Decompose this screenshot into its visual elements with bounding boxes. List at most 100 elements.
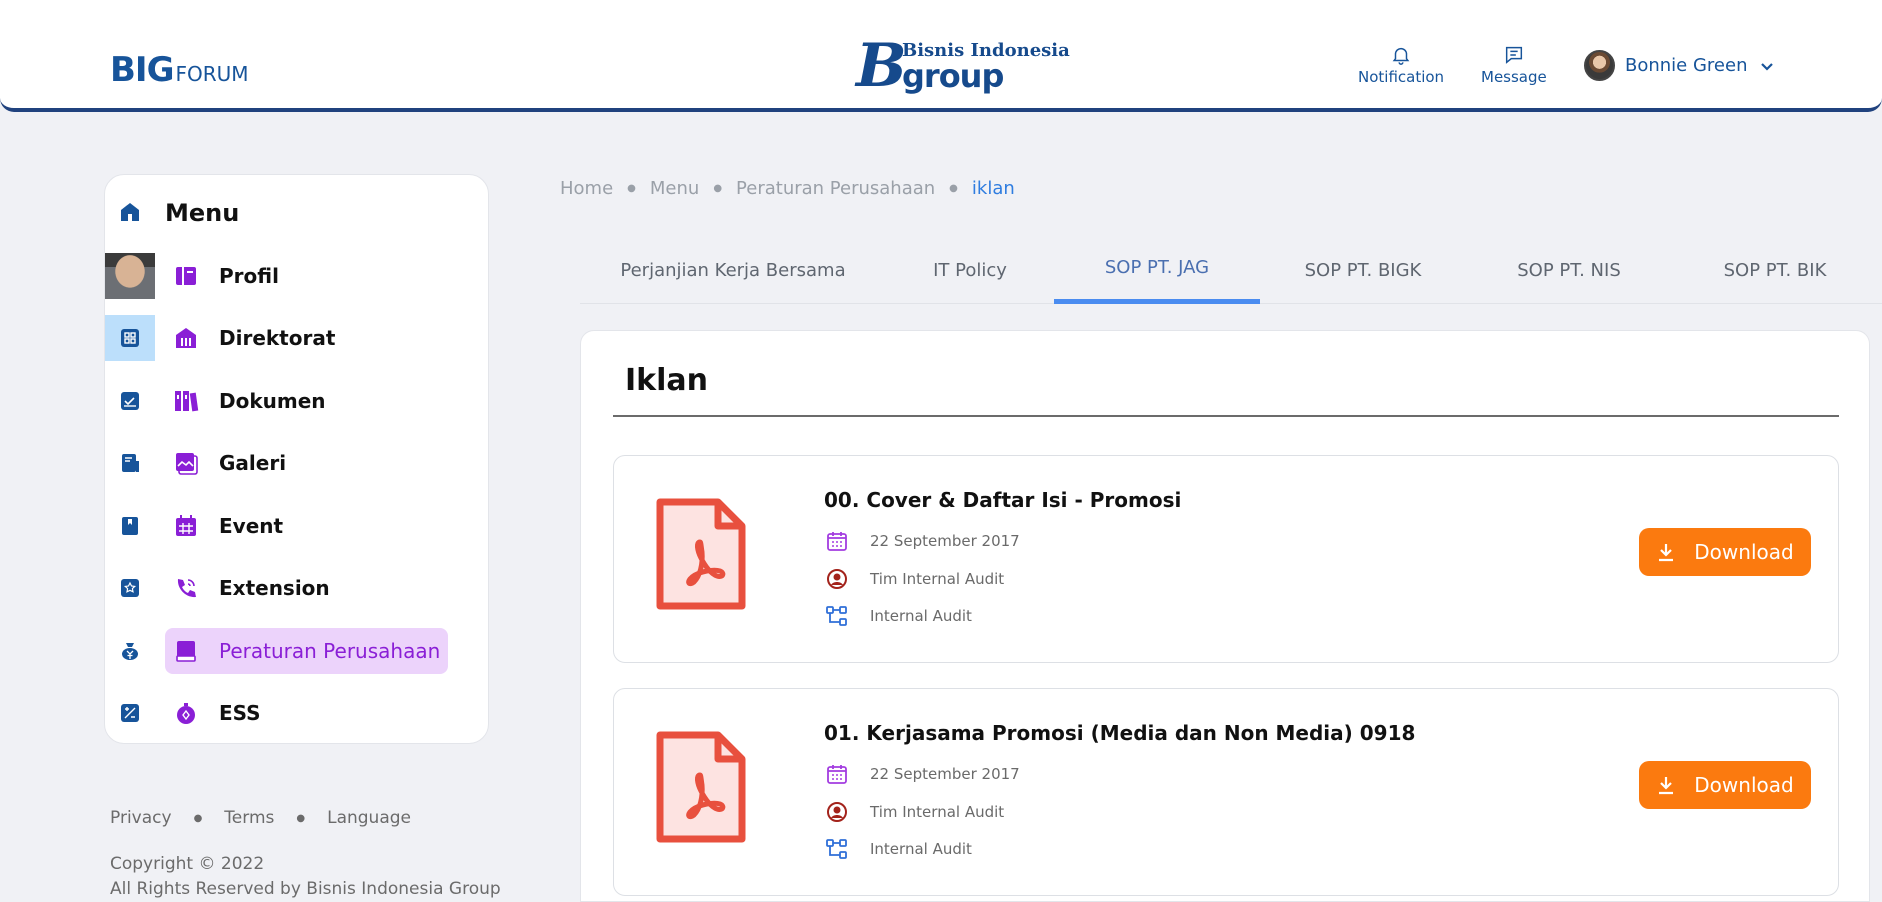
sidebar-item-label: Galeri bbox=[219, 451, 287, 475]
document-date: 22 September 2017 bbox=[826, 763, 1020, 785]
document-date-text: 22 September 2017 bbox=[870, 765, 1020, 783]
notebook-icon bbox=[122, 454, 139, 472]
document-title[interactable]: 01. Kerjasama Promosi (Media dan Non Med… bbox=[824, 721, 1415, 745]
avatar bbox=[1584, 50, 1615, 81]
download-icon bbox=[1659, 777, 1674, 795]
sidebar-item-dokumen[interactable]: Dokumen bbox=[165, 378, 334, 424]
bisnis-indonesia-group-logo: B Bisnis Indonesia group bbox=[856, 31, 1070, 101]
download-button[interactable]: Download bbox=[1639, 761, 1811, 809]
download-label: Download bbox=[1694, 773, 1794, 797]
calendar-icon bbox=[827, 532, 847, 551]
star-badge-icon bbox=[121, 579, 139, 597]
pdf-file-icon bbox=[656, 498, 746, 610]
org-chart-icon bbox=[826, 839, 847, 859]
book-closed-icon bbox=[176, 641, 196, 662]
content-panel: Iklan 00. Cover & Daftar Isi - Promosi 2… bbox=[580, 330, 1870, 902]
sidebar: Menu Profil Direktorat Dokumen Galeri Ev… bbox=[104, 174, 489, 744]
document-department-text: Internal Audit bbox=[870, 840, 972, 858]
breadcrumb-menu[interactable]: Menu bbox=[650, 178, 699, 199]
brand-bottom-text: group bbox=[902, 57, 1004, 95]
privacy-link[interactable]: Privacy bbox=[110, 808, 172, 828]
sidebar-item-label: Dokumen bbox=[219, 389, 326, 413]
tab-sop-pt-jag[interactable]: SOP PT. JAG bbox=[1054, 236, 1260, 304]
user-circle-icon bbox=[827, 569, 847, 589]
sidebar-item-label: Event bbox=[219, 514, 284, 538]
sidebar-row-direktorat: Direktorat bbox=[105, 315, 490, 361]
sidebar-item-galeri[interactable]: Galeri bbox=[165, 440, 294, 486]
breadcrumb-separator: ● bbox=[713, 183, 723, 194]
breadcrumb-peraturan[interactable]: Peraturan Perusahaan bbox=[736, 178, 935, 199]
language-link[interactable]: Language bbox=[327, 808, 411, 828]
title-divider bbox=[613, 415, 1839, 417]
big-forum-logo[interactable]: BIG FORUM bbox=[110, 50, 249, 90]
document-card: 00. Cover & Daftar Isi - Promosi 22 Sept… bbox=[613, 455, 1839, 663]
user-name: Bonnie Green bbox=[1625, 55, 1748, 76]
logo-big-text: BIG bbox=[110, 50, 174, 90]
top-header: BIG FORUM B Bisnis Indonesia group Notif… bbox=[0, 0, 1882, 112]
document-author: Tim Internal Audit bbox=[826, 801, 1004, 823]
sidebar-item-label: Extension bbox=[219, 576, 330, 600]
bell-icon bbox=[1392, 47, 1410, 65]
tab-perjanjian-kerja-bersama[interactable]: Perjanjian Kerja Bersama bbox=[580, 236, 886, 304]
document-title[interactable]: 00. Cover & Daftar Isi - Promosi bbox=[824, 488, 1181, 512]
user-circle-icon bbox=[827, 802, 847, 822]
notification-button[interactable]: Notification bbox=[1358, 44, 1444, 86]
document-date-text: 22 September 2017 bbox=[870, 532, 1020, 550]
tab-sop-pt-nis[interactable]: SOP PT. NIS bbox=[1466, 236, 1672, 304]
gallery-icon bbox=[176, 453, 198, 475]
menu-title: Menu bbox=[165, 199, 240, 227]
user-menu[interactable]: Bonnie Green bbox=[1584, 50, 1775, 81]
sidebar-item-profil[interactable]: Profil bbox=[165, 253, 287, 299]
sidebar-item-label: Direktorat bbox=[219, 326, 336, 350]
sidebar-item-direktorat[interactable]: Direktorat bbox=[165, 315, 343, 361]
download-button[interactable]: Download bbox=[1639, 528, 1811, 576]
sidebar-item-label: Peraturan Perusahaan bbox=[219, 639, 441, 663]
sidebar-item-ess[interactable]: ESS bbox=[165, 690, 269, 736]
building-icon bbox=[176, 328, 196, 348]
sidebar-item-event[interactable]: Event bbox=[165, 503, 291, 549]
tab-it-policy[interactable]: IT Policy bbox=[886, 236, 1054, 304]
money-bag-icon bbox=[122, 643, 138, 660]
breadcrumb-current: iklan bbox=[971, 178, 1015, 199]
breadcrumb-home[interactable]: Home bbox=[560, 178, 613, 199]
tab-bar: Perjanjian Kerja Bersama IT Policy SOP P… bbox=[580, 236, 1882, 304]
notification-label: Notification bbox=[1358, 68, 1445, 86]
footer-separator: ● bbox=[296, 812, 306, 824]
copyright-line: Copyright © 2022 bbox=[110, 854, 265, 874]
document-card: 01. Kerjasama Promosi (Media dan Non Med… bbox=[613, 688, 1839, 896]
breadcrumb: Home ● Menu ● Peraturan Perusahaan ● ikl… bbox=[560, 178, 1015, 199]
sidebar-row-event: Event bbox=[105, 503, 490, 549]
terms-link[interactable]: Terms bbox=[224, 808, 274, 828]
document-department: Internal Audit bbox=[826, 605, 972, 627]
org-chart-icon bbox=[826, 606, 847, 626]
breadcrumb-separator: ● bbox=[949, 183, 958, 194]
download-label: Download bbox=[1694, 540, 1794, 564]
book-icon bbox=[176, 267, 196, 285]
inbox-check-icon bbox=[121, 392, 139, 410]
chevron-down-icon bbox=[1761, 62, 1774, 71]
sidebar-row-peraturan: Peraturan Perusahaan bbox=[105, 628, 490, 674]
footer-separator: ● bbox=[193, 812, 203, 824]
sidebar-item-extension[interactable]: Extension bbox=[165, 565, 338, 611]
breadcrumb-separator: ● bbox=[627, 183, 636, 194]
download-icon bbox=[1659, 544, 1674, 562]
footer-links: Privacy ● Terms ● Language bbox=[110, 808, 411, 828]
calendar-icon bbox=[827, 765, 847, 784]
tab-sop-pt-bigk[interactable]: SOP PT. BIGK bbox=[1260, 236, 1466, 304]
pdf-file-icon bbox=[656, 731, 746, 843]
grid-icon bbox=[121, 329, 139, 347]
sidebar-item-peraturan-perusahaan[interactable]: Peraturan Perusahaan bbox=[165, 628, 449, 674]
chat-icon bbox=[1505, 46, 1522, 64]
page-title: Iklan bbox=[625, 363, 708, 398]
document-author-text: Tim Internal Audit bbox=[870, 803, 1005, 821]
sidebar-row-extension: Extension bbox=[105, 565, 490, 611]
sidebar-row-profil: Profil bbox=[105, 253, 490, 299]
sidebar-item-label: Profil bbox=[219, 264, 279, 288]
tab-sop-pt-bik[interactable]: SOP PT. BIK bbox=[1672, 236, 1878, 304]
calendar-icon bbox=[176, 515, 196, 536]
brand-mark: B bbox=[856, 31, 907, 101]
phone-icon bbox=[177, 579, 196, 598]
message-button[interactable]: Message bbox=[1481, 44, 1547, 86]
sidebar-item-label: ESS bbox=[219, 701, 261, 725]
bookmark-book-icon bbox=[122, 517, 138, 535]
